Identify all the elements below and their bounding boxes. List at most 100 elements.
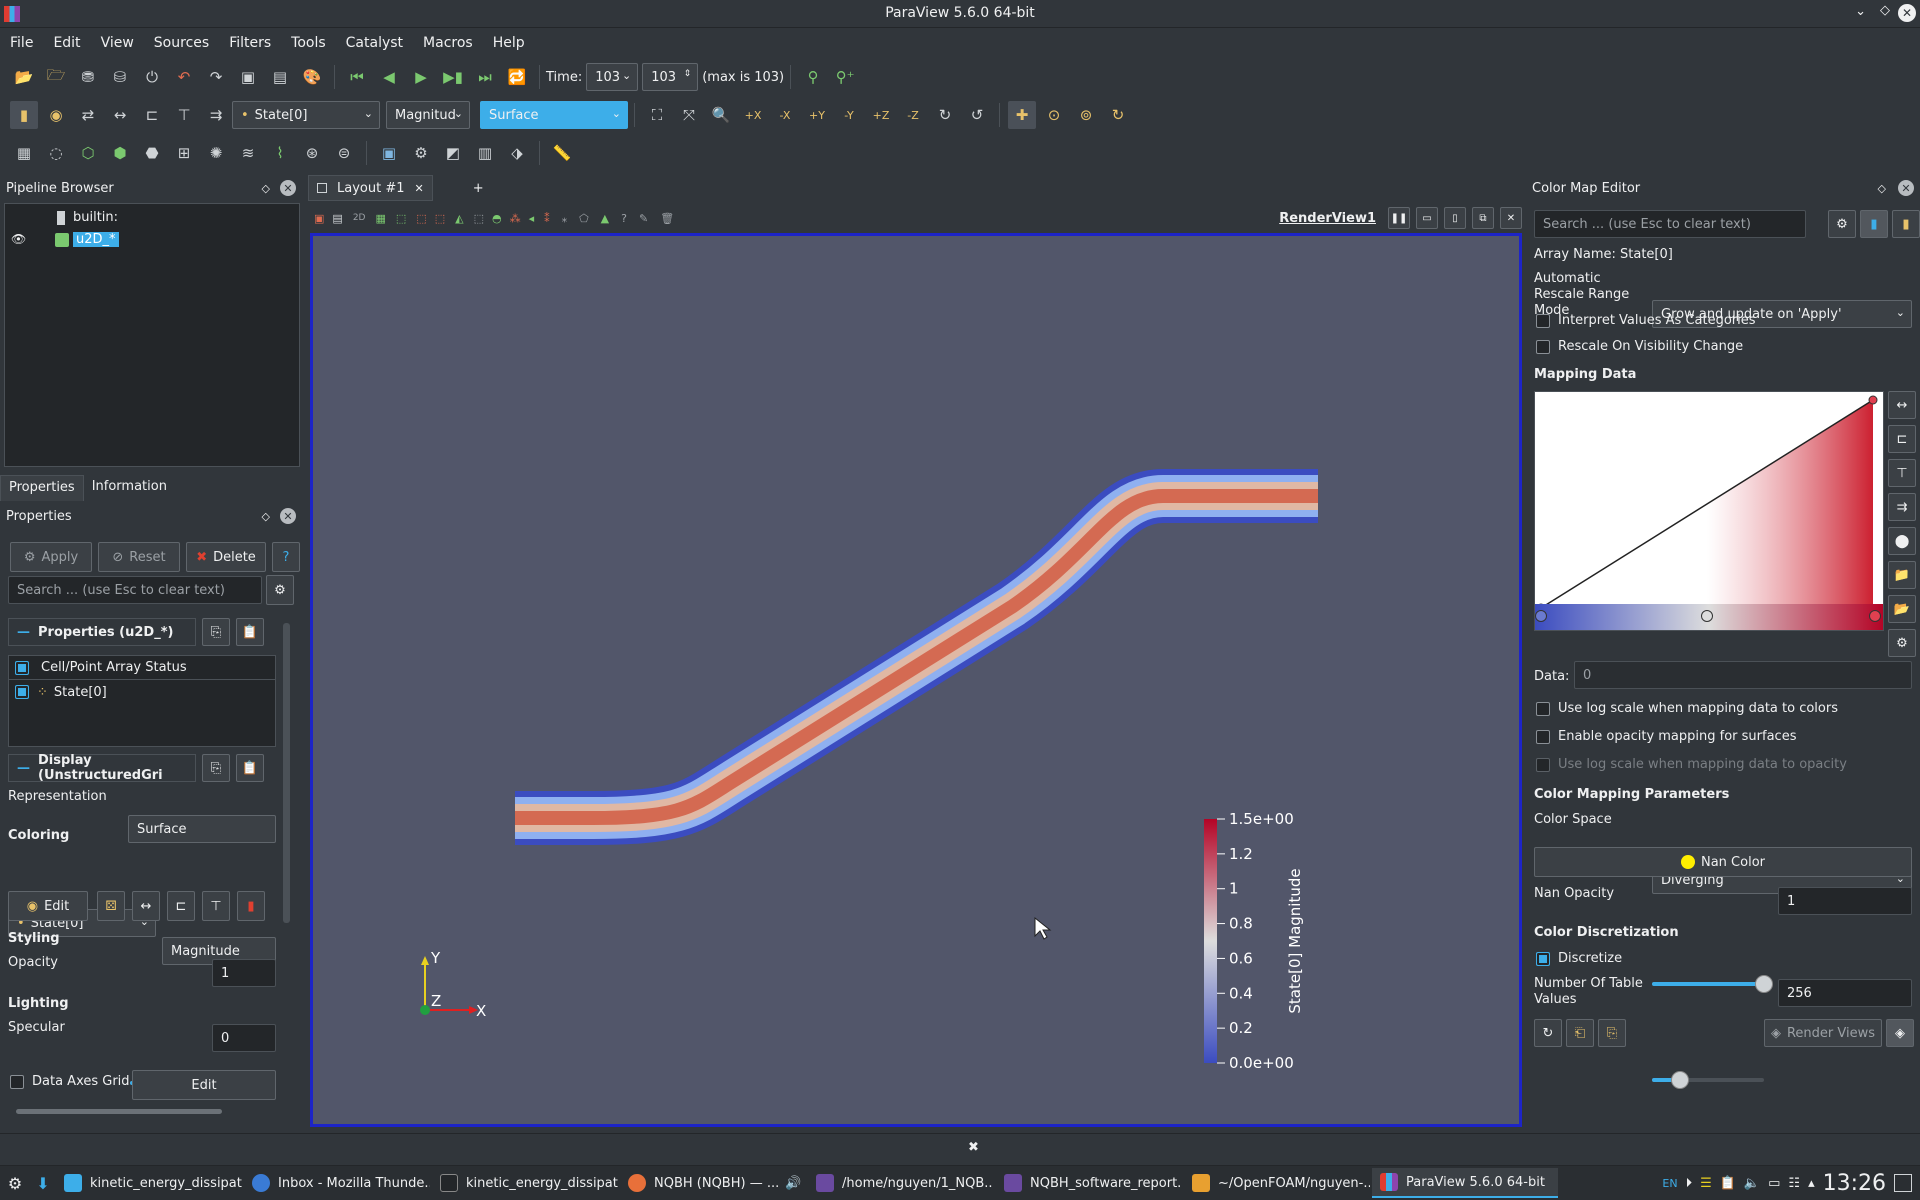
- first-frame-icon[interactable]: ⏮: [343, 63, 371, 91]
- close-view-button[interactable]: ✕: [1500, 207, 1522, 229]
- menu-filters[interactable]: Filters: [219, 35, 281, 51]
- properties-search-input[interactable]: Search ... (use Esc to clear text): [8, 576, 262, 604]
- close-tab-icon[interactable]: ✕: [415, 182, 424, 195]
- clip-icon[interactable]: ⬡: [74, 139, 102, 167]
- app-launcher-icon[interactable]: ⚙: [0, 1174, 30, 1193]
- choose-preset-button[interactable]: ⚄: [97, 891, 125, 921]
- palette-icon[interactable]: 🎨: [298, 63, 326, 91]
- split-vertical-button[interactable]: ▯: [1444, 207, 1466, 229]
- task-item[interactable]: Inbox - Mozilla Thunde...: [244, 1168, 430, 1198]
- load-state-icon[interactable]: ⛃: [74, 63, 102, 91]
- view-minus-z-icon[interactable]: -Z: [899, 101, 927, 129]
- close-panel-icon[interactable]: ✕: [280, 508, 296, 524]
- slice-icon[interactable]: ⬢: [106, 139, 134, 167]
- rescale-range-button[interactable]: ↔: [1888, 391, 1916, 419]
- nan-opacity-input[interactable]: 1: [1778, 887, 1912, 915]
- show-desktop-icon[interactable]: [1894, 1174, 1912, 1192]
- opacity-surfaces-row[interactable]: Enable opacity mapping for surfaces: [1536, 729, 1796, 744]
- select-points-icon[interactable]: ⬚: [416, 212, 426, 225]
- zoom-to-data-icon[interactable]: ⤧: [675, 101, 703, 129]
- nan-opacity-slider[interactable]: [1652, 975, 1773, 993]
- view-minus-x-icon[interactable]: -X: [771, 101, 799, 129]
- auto-apply-button[interactable]: ◈: [1886, 1019, 1914, 1047]
- rescale-visible-button[interactable]: ⇉: [1888, 493, 1916, 521]
- task-item[interactable]: kinetic_energy_dissipat...: [432, 1168, 618, 1198]
- view-plus-x-icon[interactable]: +X: [739, 101, 767, 129]
- rescale-range-button[interactable]: ↔: [132, 891, 160, 921]
- clipboard-icon[interactable]: 📋: [1720, 1176, 1736, 1191]
- grow-selection-icon[interactable]: ◂: [529, 212, 535, 225]
- interpret-categories-row[interactable]: Interpret Values As Categories: [1536, 313, 1756, 328]
- close-output-icon[interactable]: ✖: [968, 1140, 979, 1155]
- rotate-minus-90-icon[interactable]: ↺: [963, 101, 991, 129]
- representation-select[interactable]: Surface: [128, 815, 276, 843]
- color-control-point[interactable]: [1535, 610, 1547, 622]
- help-button[interactable]: ?: [272, 542, 300, 572]
- copy-display-button[interactable]: ⎘: [202, 754, 230, 782]
- update-button[interactable]: ↻: [1534, 1019, 1562, 1047]
- toggle-2d-icon[interactable]: 2D: [353, 213, 366, 223]
- invert-colormap-button[interactable]: ⬤: [1888, 527, 1916, 555]
- properties-horizontal-scrollbar[interactable]: [16, 1109, 222, 1114]
- menu-macros[interactable]: Macros: [413, 35, 483, 51]
- rescale-custom-range-icon[interactable]: ⊏: [138, 101, 166, 129]
- float-panel-icon[interactable]: ◇: [1878, 182, 1886, 195]
- find-data-icon[interactable]: ▣: [375, 139, 403, 167]
- restore-default-button[interactable]: ⎘: [1598, 1019, 1626, 1047]
- threshold-icon[interactable]: ⬣: [138, 139, 166, 167]
- link-selection-icon[interactable]: ?: [621, 212, 627, 225]
- contour-icon[interactable]: ◌: [42, 139, 70, 167]
- data-value-input[interactable]: 0: [1574, 661, 1912, 689]
- save-state-icon[interactable]: ⛁: [106, 63, 134, 91]
- rescale-visible-button[interactable]: ⊤: [202, 891, 230, 921]
- maximize-view-button[interactable]: ⧉: [1472, 207, 1494, 229]
- volume-icon[interactable]: 🔈: [1744, 1176, 1760, 1191]
- camera-undo-icon[interactable]: ▣: [234, 63, 262, 91]
- shrink-selection-icon[interactable]: ⁑: [544, 212, 550, 225]
- add-camera-icon[interactable]: ⚲⁺: [831, 63, 859, 91]
- legend-edit-button[interactable]: ▮: [1892, 210, 1920, 238]
- color-control-point[interactable]: [1869, 610, 1881, 622]
- notes-icon[interactable]: ☰: [1700, 1176, 1712, 1191]
- advanced-colormap-button[interactable]: ⚙: [1888, 629, 1916, 657]
- save-default-button[interactable]: ⎗: [1566, 1019, 1594, 1047]
- reset-button[interactable]: ⊘ Reset: [98, 542, 180, 572]
- copy-properties-button[interactable]: ⎘: [202, 618, 230, 646]
- spreadsheet-icon[interactable]: ⚙: [407, 139, 435, 167]
- rescale-visible-range-icon[interactable]: ⊤: [170, 101, 198, 129]
- opacity-function-plot[interactable]: [1535, 392, 1883, 630]
- group-datasets-icon[interactable]: ⊛: [298, 139, 326, 167]
- display-group-header[interactable]: — Display (UnstructuredGri: [8, 753, 196, 783]
- rescale-visibility-checkbox[interactable]: [1536, 339, 1550, 354]
- view-plus-y-icon[interactable]: +Y: [803, 101, 831, 129]
- view-minus-y-icon[interactable]: -Y: [835, 101, 863, 129]
- specular-input[interactable]: 0: [212, 1024, 276, 1052]
- stream-tracer-icon[interactable]: ≋: [234, 139, 262, 167]
- menu-tools[interactable]: Tools: [281, 35, 336, 51]
- tab-properties[interactable]: Properties: [0, 475, 84, 501]
- apply-button[interactable]: ⚙ Apply: [10, 542, 92, 572]
- extract-subset-icon[interactable]: ⊞: [170, 139, 198, 167]
- connect-icon[interactable]: ⏻: [138, 63, 166, 91]
- hover-cells-icon[interactable]: ◓: [492, 212, 502, 225]
- open-recent-icon[interactable]: 🗁: [42, 63, 70, 91]
- table-values-knob[interactable]: [1671, 1071, 1689, 1089]
- select-cells-icon[interactable]: ⬚: [396, 212, 406, 225]
- discretize-checkbox[interactable]: [1536, 951, 1550, 966]
- media-icon[interactable]: ⏵: [1686, 1176, 1693, 1191]
- interactive-select-icon[interactable]: ⬚: [474, 212, 484, 225]
- clear-selection-icon[interactable]: ⁎: [562, 212, 568, 225]
- zoom-to-box-icon[interactable]: 🔍: [707, 101, 735, 129]
- close-window-icon[interactable]: ✕: [1898, 4, 1916, 22]
- play-icon[interactable]: ▶: [407, 63, 435, 91]
- nan-opacity-knob[interactable]: [1755, 975, 1773, 993]
- menu-edit[interactable]: Edit: [43, 35, 90, 51]
- data-axes-grid-checkbox[interactable]: [10, 1074, 24, 1089]
- reset-center-icon[interactable]: ⊙: [1040, 101, 1068, 129]
- next-frame-icon[interactable]: ▶▮: [439, 63, 467, 91]
- save-preset-button[interactable]: 📂: [1888, 595, 1916, 623]
- log-colors-checkbox[interactable]: [1536, 701, 1550, 716]
- menu-help[interactable]: Help: [483, 35, 535, 51]
- axes-grid-edit-button[interactable]: Edit: [132, 1070, 276, 1100]
- add-layout-tab[interactable]: +: [473, 181, 484, 196]
